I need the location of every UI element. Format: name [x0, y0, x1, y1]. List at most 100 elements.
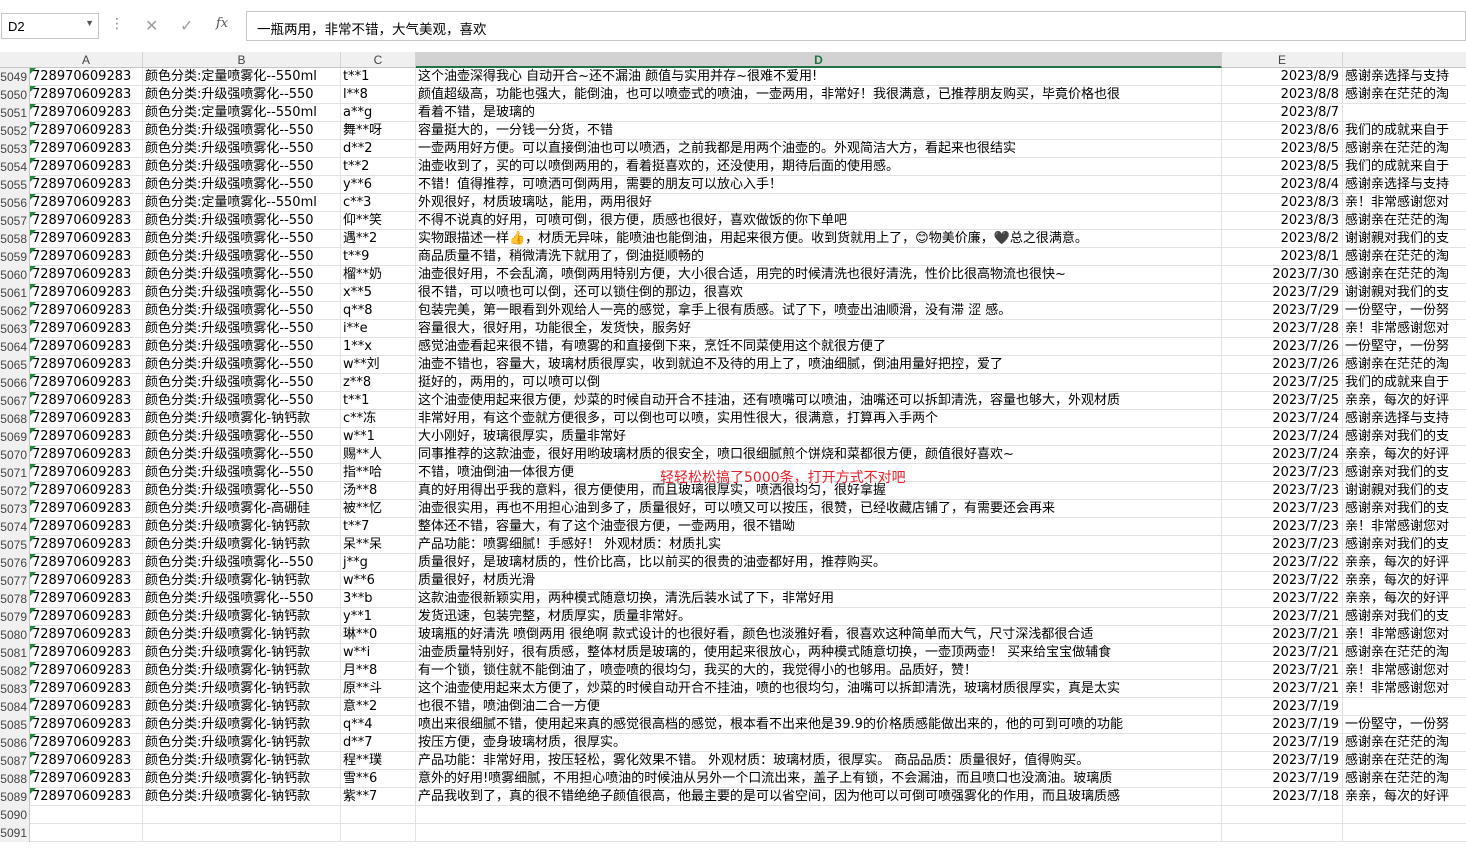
row-number[interactable]: 5063	[0, 320, 30, 338]
cell-d[interactable]: 产品功能：非常好用，按压轻松，雾化效果不错。 外观材质：玻璃材质，很厚实。 商品…	[416, 752, 1222, 770]
row-number[interactable]: 5059	[0, 248, 30, 266]
row-number[interactable]: 5064	[0, 338, 30, 356]
cell-a[interactable]: 728970609283	[30, 680, 143, 698]
cell-e[interactable]: 2023/8/2	[1222, 230, 1343, 248]
cell-d[interactable]: 这款油壶很新颖实用，两种模式随意切换，清洗后装水试了下，非常好用	[416, 590, 1222, 608]
row-number[interactable]: 5058	[0, 230, 30, 248]
row-number[interactable]: 5082	[0, 662, 30, 680]
cell-f[interactable]: 亲亲，每次的好评	[1343, 788, 1466, 806]
cell-b[interactable]: 颜色分类:升级强喷雾化--550	[143, 464, 341, 482]
cell-e[interactable]: 2023/7/21	[1222, 680, 1343, 698]
cell-f[interactable]: 感谢亲选择与支持	[1343, 68, 1466, 86]
cell-a[interactable]: 728970609283	[30, 536, 143, 554]
cell-f[interactable]: 感谢亲在茫茫的淘	[1343, 248, 1466, 266]
cell-e[interactable]: 2023/8/9	[1222, 68, 1343, 86]
cell-a[interactable]: 728970609283	[30, 158, 143, 176]
cell-d[interactable]: 油壶很好用，不会乱滴，喷倒两用特别方便，大小很合适，用完的时候清洗也很好清洗，性…	[416, 266, 1222, 284]
cell-a[interactable]: 728970609283	[30, 302, 143, 320]
cell-d[interactable]: 意外的好用!喷雾细腻，不用担心喷油的时候油从另外一个口流出来，盖子上有锁，不会漏…	[416, 770, 1222, 788]
cell-e[interactable]: 2023/8/5	[1222, 158, 1343, 176]
cell-c[interactable]: d**2	[341, 140, 416, 158]
cell-e[interactable]: 2023/8/3	[1222, 212, 1343, 230]
cell-a[interactable]	[30, 806, 143, 824]
cell-c[interactable]: q**4	[341, 716, 416, 734]
cell-c[interactable]: 琳**0	[341, 626, 416, 644]
cell-c[interactable]: t**1	[341, 392, 416, 410]
cell-e[interactable]: 2023/7/18	[1222, 788, 1343, 806]
cell-d[interactable]: 也很不错，喷油倒油二合一方便	[416, 698, 1222, 716]
cell-f[interactable]: 感谢亲在茫茫的淘	[1343, 644, 1466, 662]
cell-e[interactable]: 2023/7/19	[1222, 698, 1343, 716]
cell-c[interactable]: 3**b	[341, 590, 416, 608]
cell-c[interactable]: d**7	[341, 734, 416, 752]
cell-e[interactable]: 2023/7/29	[1222, 302, 1343, 320]
cell-e[interactable]: 2023/7/29	[1222, 284, 1343, 302]
column-header-d[interactable]: D	[416, 52, 1222, 68]
cell-d[interactable]: 大小刚好，玻璃很厚实，质量非常好	[416, 428, 1222, 446]
cell-a[interactable]: 728970609283	[30, 86, 143, 104]
cell-a[interactable]: 728970609283	[30, 788, 143, 806]
cell-f[interactable]: 一份堅守，一份努	[1343, 338, 1466, 356]
cell-b[interactable]: 颜色分类:升级喷雾化-钠钙款	[143, 716, 341, 734]
cell-b[interactable]	[143, 824, 341, 842]
cell-d[interactable]: 一壶两用好方便。可以直接倒油也可以喷洒，之前我都是用两个油壶的。外观简洁大方，看…	[416, 140, 1222, 158]
cell-a[interactable]: 728970609283	[30, 554, 143, 572]
cell-c[interactable]: z**8	[341, 374, 416, 392]
cell-c[interactable]: 1**x	[341, 338, 416, 356]
cell-a[interactable]: 728970609283	[30, 194, 143, 212]
row-number[interactable]: 5073	[0, 500, 30, 518]
cell-b[interactable]: 颜色分类:升级强喷雾化--550	[143, 230, 341, 248]
cell-b[interactable]: 颜色分类:升级喷雾化-钠钙款	[143, 644, 341, 662]
cell-d[interactable]: 颜值超级高，功能也强大，能倒油，也可以喷壶式的喷油，一壶两用，非常好！我很满意，…	[416, 86, 1222, 104]
column-header-b[interactable]: B	[143, 52, 341, 68]
cell-c[interactable]: 雪**6	[341, 770, 416, 788]
row-number[interactable]: 5090	[0, 806, 30, 824]
cell-a[interactable]: 728970609283	[30, 716, 143, 734]
row-number[interactable]: 5084	[0, 698, 30, 716]
cell-d[interactable]: 按压方便，壶身玻璃材质，很厚实。	[416, 734, 1222, 752]
cell-c[interactable]: x**5	[341, 284, 416, 302]
row-number[interactable]: 5061	[0, 284, 30, 302]
formula-input[interactable]: 一瓶两用，非常不错，大气美观，喜欢	[246, 11, 1466, 41]
cell-e[interactable]: 2023/7/21	[1222, 608, 1343, 626]
cell-e[interactable]: 2023/7/19	[1222, 752, 1343, 770]
cell-a[interactable]: 728970609283	[30, 464, 143, 482]
cell-f[interactable]: 感谢亲在茫茫的淘	[1343, 734, 1466, 752]
row-number[interactable]: 5072	[0, 482, 30, 500]
cell-e[interactable]: 2023/7/21	[1222, 644, 1343, 662]
cell-d[interactable]: 外观很好，材质玻璃哒，能用，两用很好	[416, 194, 1222, 212]
cell-a[interactable]: 728970609283	[30, 644, 143, 662]
cell-e[interactable]: 2023/7/23	[1222, 536, 1343, 554]
cell-a[interactable]: 728970609283	[30, 122, 143, 140]
cell-f[interactable]: 我们的成就来自于	[1343, 158, 1466, 176]
cell-f[interactable]: 我们的成就来自于	[1343, 374, 1466, 392]
row-number[interactable]: 5068	[0, 410, 30, 428]
row-number[interactable]: 5079	[0, 608, 30, 626]
cell-c[interactable]: 赐**人	[341, 446, 416, 464]
cell-a[interactable]: 728970609283	[30, 500, 143, 518]
cell-d[interactable]: 油壶收到了，买的可以喷倒两用的，看着挺喜欢的，还没使用，期待后面的使用感。	[416, 158, 1222, 176]
cell-b[interactable]: 颜色分类:升级强喷雾化--550	[143, 482, 341, 500]
cell-c[interactable]: w**1	[341, 428, 416, 446]
cell-a[interactable]	[30, 824, 143, 842]
row-number[interactable]: 5089	[0, 788, 30, 806]
cell-b[interactable]: 颜色分类:升级强喷雾化--550	[143, 320, 341, 338]
more-options-icon[interactable]: ⋮	[110, 16, 124, 32]
cell-c[interactable]: 仰**笑	[341, 212, 416, 230]
cell-a[interactable]: 728970609283	[30, 752, 143, 770]
cell-b[interactable]: 颜色分类:升级喷雾化-钠钙款	[143, 572, 341, 590]
cell-b[interactable]: 颜色分类:升级喷雾化-钠钙款	[143, 626, 341, 644]
cell-e[interactable]: 2023/7/22	[1222, 554, 1343, 572]
cancel-icon[interactable]: ✕	[145, 16, 158, 35]
cell-b[interactable]: 颜色分类:升级强喷雾化--550	[143, 554, 341, 572]
cell-d[interactable]: 感觉油壶看起来很不错，有喷雾的和直接倒下来，烹饪不同菜使用这个就很方便了	[416, 338, 1222, 356]
cell-d[interactable]: 发货迅速，包装完整，材质厚实，质量非常好。	[416, 608, 1222, 626]
cell-d[interactable]: 油壶很实用，再也不用担心油到多了，质量很好，可以喷又可以按压，很赞，已经收藏店铺…	[416, 500, 1222, 518]
cell-e[interactable]: 2023/7/25	[1222, 374, 1343, 392]
row-number[interactable]: 5070	[0, 446, 30, 464]
cell-a[interactable]: 728970609283	[30, 590, 143, 608]
row-number[interactable]: 5077	[0, 572, 30, 590]
cell-d[interactable]: 非常好用，有这个壶就方便很多，可以倒也可以喷，实用性很大，很满意，打算再入手两个	[416, 410, 1222, 428]
cell-f[interactable]: 谢谢親对我们的支	[1343, 284, 1466, 302]
cell-d[interactable]: 实物跟描述一样👍，材质无异味，能喷油也能倒油，用起来很方便。收到货就用上了，😊物…	[416, 230, 1222, 248]
